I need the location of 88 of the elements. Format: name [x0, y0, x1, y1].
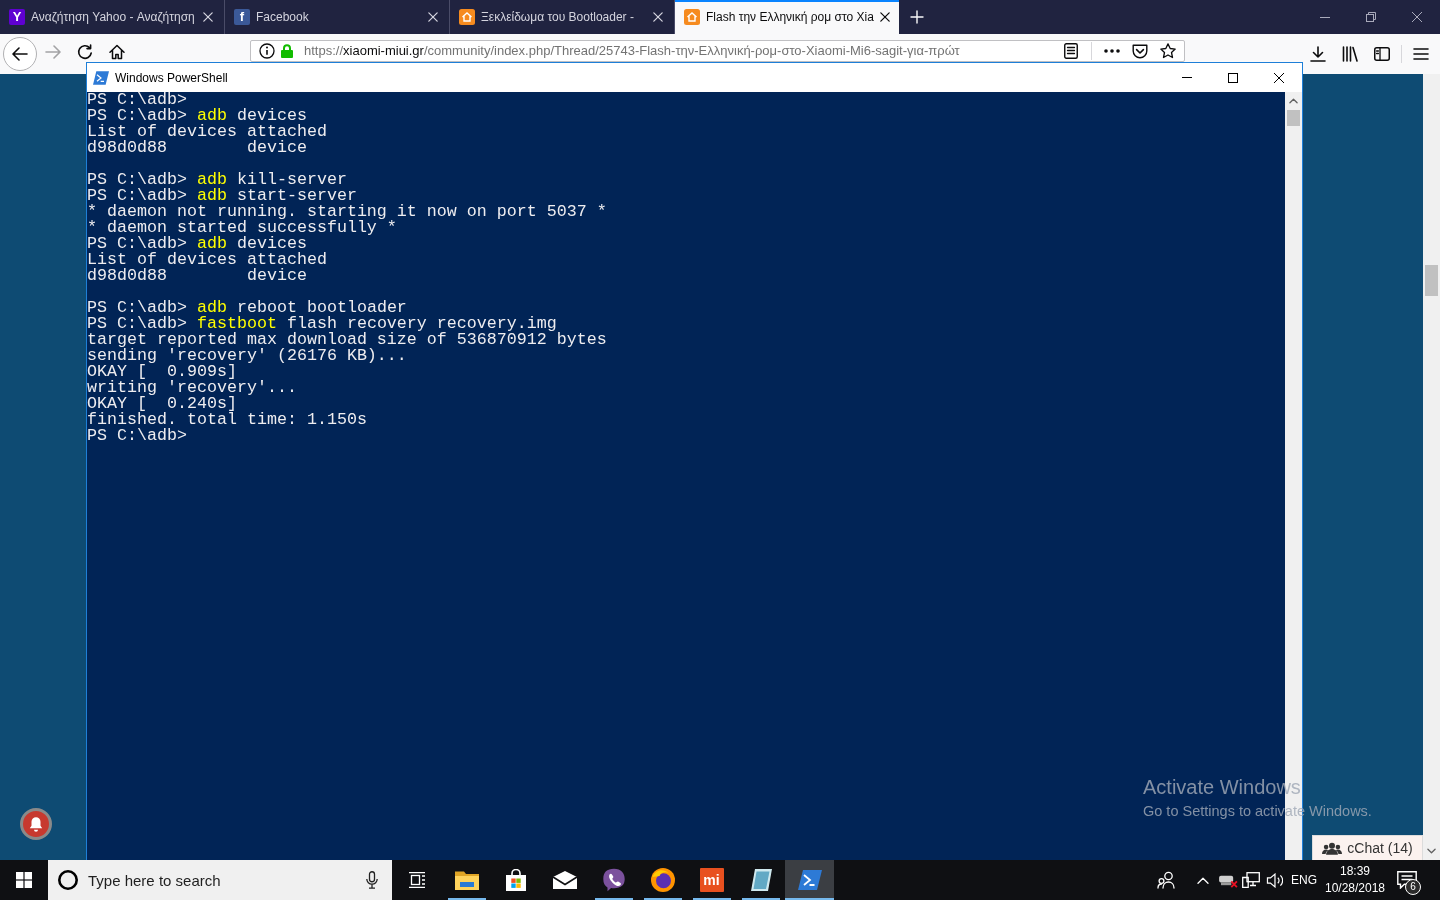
- plus-icon: [910, 10, 924, 24]
- terminal-line: PS C:\adb> adb kill-server: [87, 172, 347, 188]
- volume-icon: [1266, 872, 1283, 888]
- address-bar[interactable]: https://xiaomi-miui.gr/community/index.php/Thread/25743-Flash-την-Ελληνική-ρομ-στο-Xiaomi-Mi6-sagit-για-πρώτ: [250, 40, 1185, 62]
- page-scrollbar[interactable]: [1423, 74, 1440, 860]
- microphone-icon: [366, 871, 378, 889]
- back-button[interactable]: [3, 37, 37, 71]
- terminal-icon: [797, 870, 822, 890]
- terminal-line: writing 'recovery'...: [87, 380, 297, 396]
- terminal-line: sending 'recovery' (26176 KB)...: [87, 348, 407, 364]
- notification-count: 6: [1405, 879, 1421, 895]
- chevron-down-icon: [1427, 848, 1436, 854]
- minimize-icon: [1182, 77, 1192, 78]
- browser-tab[interactable]: Flash την Ελληνική ρομ στο Xia: [675, 0, 899, 34]
- terminal-line: OKAY [ 0.240s]: [87, 396, 237, 412]
- url-text: https://xiaomi-miui.gr/community/index.php/Thread/25743-Flash-την-Ελληνική-ρομ-στο-Xiaomi-Mi6-sagit-για-πρώτ: [304, 43, 960, 59]
- people-icon: [1157, 871, 1175, 889]
- arrow-right-icon: [45, 45, 61, 59]
- terminal-line: * daemon not running. starting it now on port 5037 *: [87, 204, 607, 220]
- bell-icon: [29, 816, 43, 832]
- terminal-line: PS C:\adb> adb start-server: [87, 188, 357, 204]
- envelope-icon: [552, 871, 577, 889]
- terminal-line: OKAY [ 0.909s]: [87, 364, 237, 380]
- terminal-line: PS C:\adb> adb reboot bootloader: [87, 300, 407, 316]
- letter-logo-icon: f: [234, 9, 250, 25]
- chevron-up-icon: [1197, 876, 1209, 884]
- terminal-line: PS C:\adb> adb devices: [87, 236, 307, 252]
- terminal-line: d98d0d88 device: [87, 140, 307, 156]
- scroll-thumb[interactable]: [1425, 265, 1438, 296]
- terminal-line: PS C:\adb>: [87, 92, 187, 108]
- arrow-left-icon: [12, 47, 28, 61]
- close-icon: [1412, 12, 1422, 22]
- restore-icon: [1366, 12, 1376, 22]
- terminal-line: List of devices attached: [87, 124, 327, 140]
- shield-chevron-icon: [1132, 43, 1148, 59]
- library-icon: [1342, 46, 1358, 62]
- reload-icon: [77, 44, 93, 60]
- clock-date: 10/28/2018: [1324, 880, 1386, 897]
- minimize-icon: [1320, 16, 1330, 18]
- terminal-line: List of devices attached: [87, 252, 327, 268]
- maximize-icon: [1228, 72, 1238, 83]
- terminal-line: PS C:\adb>: [87, 428, 187, 444]
- document-icon: [1064, 43, 1078, 59]
- phone-bubble-icon: [601, 868, 626, 892]
- clock-time: 18:39: [1340, 863, 1370, 880]
- close-icon: [428, 12, 438, 22]
- browser-tab[interactable]: f Facebook: [225, 0, 449, 34]
- letter-logo-icon: Y: [9, 9, 25, 25]
- chat-button[interactable]: cChat (14): [1312, 835, 1423, 860]
- browser-tab[interactable]: Y Αναζήτηση Yahoo - Αναζήτηση: [0, 0, 224, 34]
- notebook-icon: [748, 868, 773, 892]
- close-icon: [653, 12, 663, 22]
- four-panes-icon: [16, 872, 32, 888]
- terminal-line: * daemon started successfully *: [87, 220, 397, 236]
- info-icon: [259, 43, 275, 59]
- terminal-line: finished. total time: 1.150s: [87, 412, 367, 428]
- browser-tab[interactable]: Ξεκλείδωμα του Bootloader -: [450, 0, 674, 34]
- language-indicator[interactable]: ENG: [1286, 860, 1322, 900]
- terminal-line: target reported max download size of 536870912 bytes: [87, 332, 607, 348]
- menu-icon: [1413, 48, 1429, 60]
- star-icon: [1160, 43, 1176, 59]
- globe-icon: [650, 868, 675, 892]
- letter-logo-icon: mi: [699, 868, 724, 892]
- close-icon: [1274, 72, 1284, 83]
- task-view-icon: [408, 872, 426, 888]
- close-icon: [203, 12, 213, 22]
- close-icon: [879, 12, 890, 22]
- people-icon: [1322, 841, 1343, 855]
- notification-button[interactable]: [20, 808, 52, 840]
- sidebar-icon: [1374, 47, 1390, 61]
- ring-icon: [58, 870, 78, 890]
- shopping-bag-icon: [504, 869, 527, 891]
- search-field[interactable]: Type here to search: [48, 860, 392, 900]
- lock-icon: [281, 44, 293, 58]
- network-icon: [1242, 872, 1260, 888]
- action-center-button[interactable]: 6: [1388, 860, 1426, 900]
- download-icon: [1310, 46, 1326, 62]
- window-title: Windows PowerShell: [115, 69, 228, 87]
- terminal-line: d98d0d88 device: [87, 268, 307, 284]
- home-icon: [109, 44, 125, 60]
- notification-icon: [1397, 871, 1417, 889]
- more-icon: [1104, 49, 1120, 53]
- terminal-icon: [93, 70, 109, 85]
- terminal-line: PS C:\adb> adb devices: [87, 108, 307, 124]
- scroll-thumb[interactable]: [1287, 110, 1300, 126]
- chevron-up-icon: [1289, 98, 1298, 104]
- folder-icon: [454, 870, 479, 890]
- terminal-line: PS C:\adb> fastboot flash recovery recovery.img: [87, 316, 557, 332]
